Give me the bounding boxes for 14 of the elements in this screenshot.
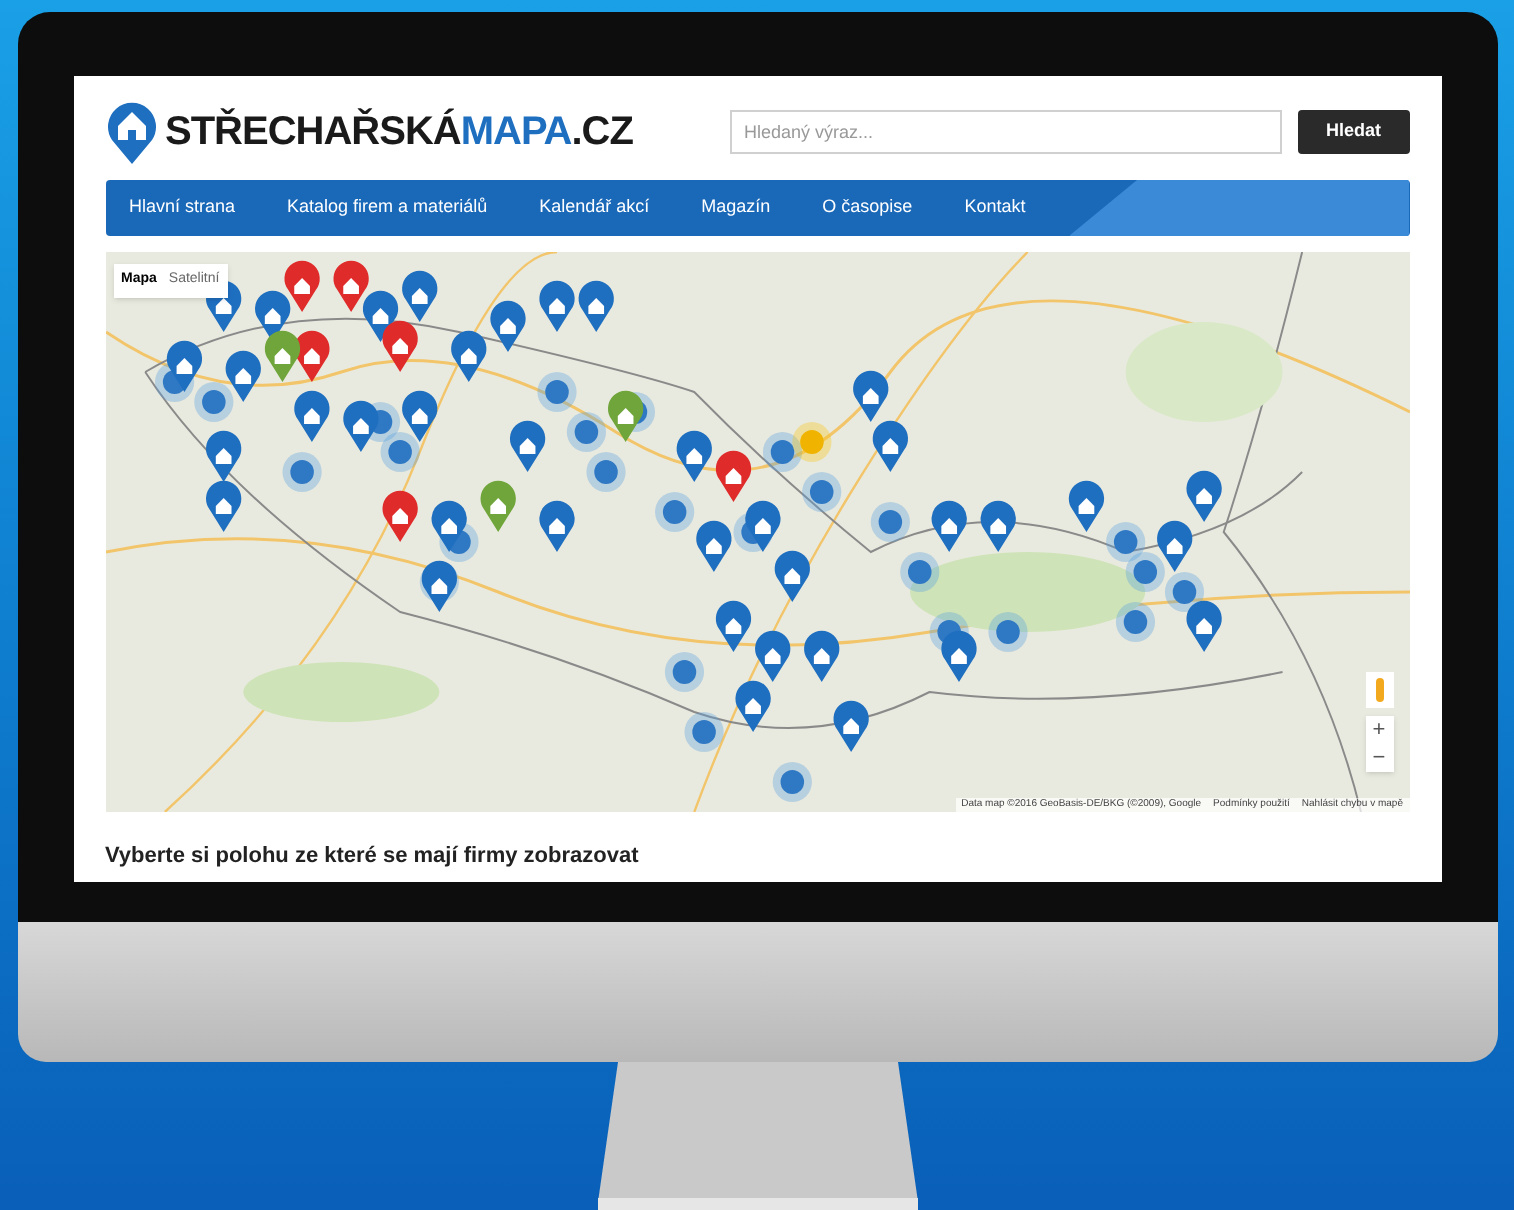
section-heading: Vyberte si polohu ze které se mají firmy zobrazovat [105, 842, 641, 872]
nav-link[interactable]: Katalog firem a materiálů [287, 194, 488, 222]
nav-link[interactable]: Magazín [701, 194, 771, 222]
nav-link[interactable]: Kontakt [964, 194, 1026, 222]
street-view-person-icon[interactable] [1365, 672, 1393, 708]
search-button[interactable]: Hledat [1297, 110, 1409, 154]
zoom-in-button[interactable]: + [1365, 716, 1393, 744]
site-logo-text[interactable]: STŘECHAŘSKÁMAPA.CZ [165, 112, 633, 152]
house-pin-logo-icon [105, 100, 157, 164]
zoom-out-button[interactable]: − [1365, 744, 1393, 772]
nav-link[interactable]: Kalendář akcí [539, 194, 650, 222]
nav-link[interactable]: O časopise [822, 194, 913, 222]
search-field[interactable]: Hledaný výraz... [729, 110, 1282, 154]
nav-link[interactable]: Hlavní strana [129, 194, 236, 222]
